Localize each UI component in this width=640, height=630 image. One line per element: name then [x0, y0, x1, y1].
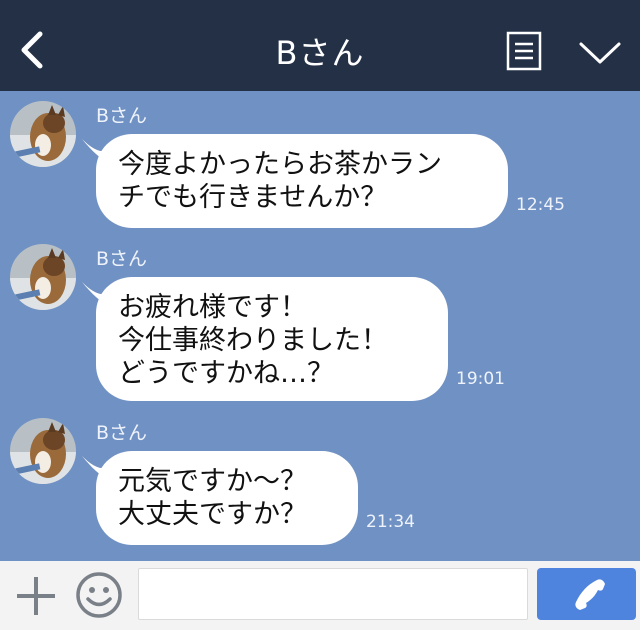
chat-area: Bさん 今度よかったらお茶かラン チでも行きませんか？ 12:45 Bさん お疲…	[0, 91, 640, 561]
message-time: 19:01	[456, 369, 505, 389]
sender-name: Bさん	[96, 248, 148, 270]
message-time: 12:45	[516, 195, 565, 215]
chat-title: Bさん	[275, 34, 365, 72]
sender-name: Bさん	[96, 105, 148, 127]
avatar[interactable]	[10, 101, 76, 167]
avatar[interactable]	[10, 418, 76, 484]
message-time: 21:34	[366, 512, 415, 532]
notes-button[interactable]	[506, 31, 542, 71]
plus-icon	[17, 577, 55, 615]
cat-avatar-icon	[10, 244, 76, 310]
notes-icon	[506, 31, 542, 71]
phone-icon	[575, 579, 605, 610]
chevron-down-icon	[579, 42, 621, 64]
call-button[interactable]	[537, 568, 636, 620]
add-button[interactable]	[14, 574, 58, 618]
menu-button[interactable]	[578, 38, 622, 68]
message-bubble[interactable]: 元気ですか〜？ 大丈夫ですか？	[96, 451, 358, 545]
chat-header: Bさん	[0, 0, 640, 91]
smiley-icon	[76, 572, 122, 618]
emoji-button[interactable]	[74, 570, 124, 620]
message-bubble[interactable]: お疲れ様です！ 今仕事終わりました！ どうですかね…？	[96, 277, 448, 401]
cat-avatar-icon	[10, 418, 76, 484]
message-input[interactable]	[138, 568, 528, 620]
sender-name: Bさん	[96, 422, 148, 444]
avatar[interactable]	[10, 244, 76, 310]
cat-avatar-icon	[10, 101, 76, 167]
message-bubble[interactable]: 今度よかったらお茶かラン チでも行きませんか？	[96, 134, 508, 228]
